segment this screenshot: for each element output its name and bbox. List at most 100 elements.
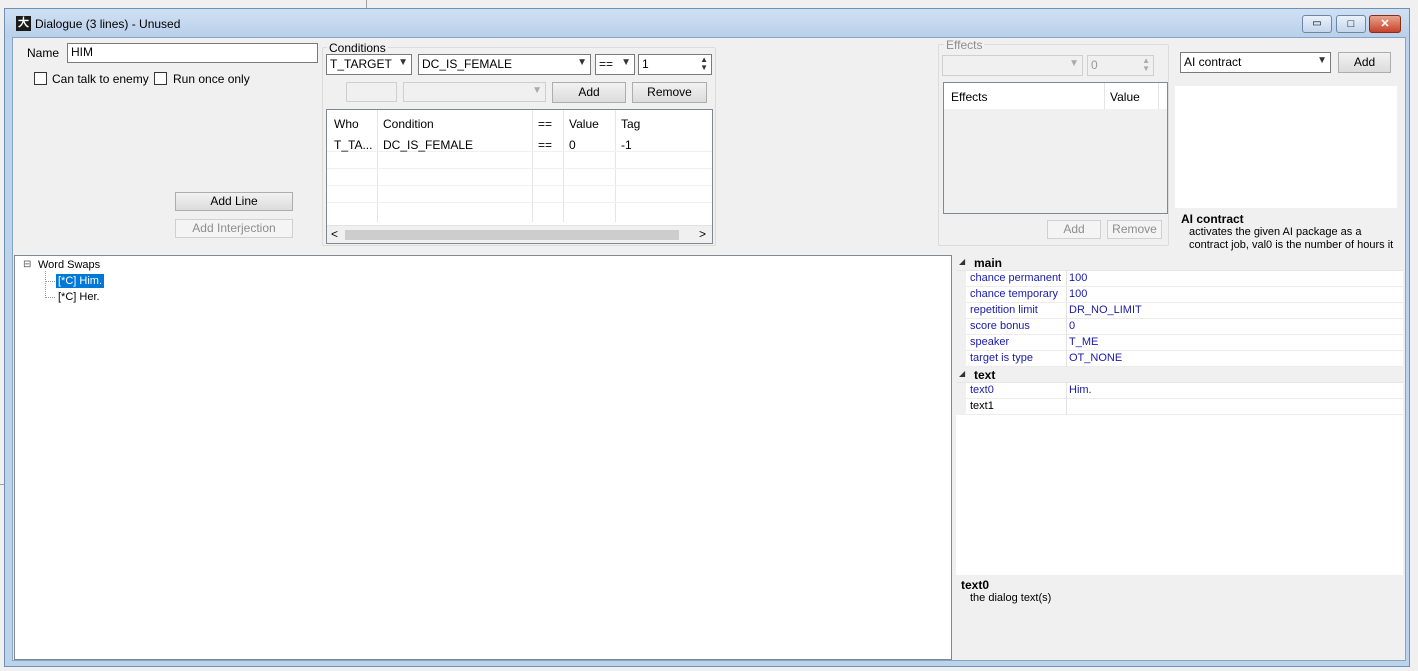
- tree-item-him[interactable]: [*C] Him.: [56, 274, 104, 288]
- effects-value-stepper[interactable]: 0 ▲ ▼: [1087, 55, 1154, 76]
- category-text-label: text: [974, 368, 996, 382]
- property-row-margin: [956, 303, 966, 319]
- table-cell-operator[interactable]: ==: [538, 138, 552, 152]
- add-line-button[interactable]: Add Line: [175, 192, 293, 211]
- collapse-icon[interactable]: ◢: [959, 257, 965, 266]
- add-effect-button[interactable]: Add: [1047, 220, 1101, 239]
- property-name[interactable]: chance permanent: [970, 272, 1061, 284]
- row-divider: [327, 185, 712, 186]
- property-value[interactable]: 100: [1069, 288, 1087, 300]
- property-value[interactable]: DR_NO_LIMIT: [1069, 304, 1142, 316]
- effects-table[interactable]: Effects Value: [943, 82, 1168, 214]
- property-value[interactable]: Him.: [1069, 384, 1092, 396]
- desktop-background: [0, 0, 1418, 8]
- scroll-left-icon[interactable]: <: [331, 227, 338, 241]
- scrollbar-thumb[interactable]: [345, 230, 679, 240]
- effects-dropdown[interactable]: ▼: [942, 55, 1083, 76]
- condition-value-number: 1: [642, 57, 649, 71]
- property-column-divider: [1066, 319, 1067, 335]
- column-header-operator[interactable]: ==: [538, 117, 552, 131]
- row-divider: [327, 202, 712, 203]
- column-divider: [377, 110, 378, 222]
- chevron-down-icon: ▼: [1069, 58, 1079, 69]
- minimize-icon: ▭: [1312, 18, 1322, 29]
- property-value[interactable]: 0: [1069, 320, 1075, 332]
- remove-effect-button[interactable]: Remove: [1107, 220, 1162, 239]
- table-cell-tag[interactable]: -1: [621, 138, 632, 152]
- column-header-effect-value[interactable]: Value: [1110, 90, 1140, 104]
- add-condition-button[interactable]: Add: [552, 82, 626, 103]
- close-button[interactable]: ✕: [1369, 15, 1401, 33]
- property-column-divider: [1066, 271, 1067, 287]
- ai-description-text: contract job, val0 is the number of hour…: [1189, 239, 1394, 251]
- property-value[interactable]: OT_NONE: [1069, 352, 1122, 364]
- table-cell-condition[interactable]: DC_IS_FEMALE: [383, 138, 473, 152]
- property-name[interactable]: text1: [970, 400, 994, 412]
- collapse-icon[interactable]: ◢: [959, 369, 965, 378]
- operator-value: ==: [599, 57, 614, 71]
- table-cell-value[interactable]: 0: [569, 138, 576, 152]
- category-text[interactable]: [956, 367, 1403, 383]
- tree-item-her[interactable]: [*C] Her.: [58, 291, 100, 303]
- property-row-margin: [956, 383, 966, 399]
- column-divider: [1158, 83, 1159, 109]
- property-row[interactable]: [956, 399, 1403, 415]
- property-name[interactable]: chance temporary: [970, 288, 1058, 300]
- column-header-who[interactable]: Who: [334, 117, 359, 131]
- column-header-effects[interactable]: Effects: [951, 90, 987, 104]
- maximize-button[interactable]: □: [1336, 15, 1366, 33]
- condition-value: DC_IS_FEMALE: [422, 57, 513, 71]
- property-column-divider: [1066, 287, 1067, 303]
- property-name[interactable]: score bonus: [970, 320, 1030, 332]
- property-value[interactable]: 100: [1069, 272, 1087, 284]
- property-row[interactable]: [956, 335, 1403, 351]
- property-row-margin: [956, 287, 966, 303]
- chevron-down-icon: ▼: [1317, 55, 1327, 66]
- property-column-divider: [1066, 335, 1067, 351]
- who-dropdown[interactable]: T_TARGET ▼: [326, 54, 412, 75]
- property-row-margin: [956, 351, 966, 367]
- word-swaps-tree[interactable]: [14, 255, 952, 660]
- collapse-icon[interactable]: ⊟: [23, 259, 31, 270]
- property-name[interactable]: repetition limit: [970, 304, 1038, 316]
- column-header-tag[interactable]: Tag: [621, 117, 640, 131]
- chevron-down-icon: ▼: [577, 57, 587, 68]
- horizontal-scrollbar[interactable]: < >: [327, 225, 712, 243]
- chevron-down-icon: ▼: [621, 57, 631, 68]
- category-main[interactable]: [956, 255, 1403, 271]
- add-ai-button[interactable]: Add: [1338, 52, 1391, 73]
- property-value[interactable]: T_ME: [1069, 336, 1098, 348]
- spin-arrows-icon: ▲ ▼: [1142, 56, 1150, 73]
- ai-package-dropdown[interactable]: AI contract ▼: [1180, 52, 1331, 73]
- property-column-divider: [1066, 383, 1067, 399]
- property-name[interactable]: text0: [970, 384, 994, 396]
- condition-extra-field[interactable]: [346, 82, 397, 102]
- property-name[interactable]: speaker: [970, 336, 1009, 348]
- column-header-condition[interactable]: Condition: [383, 117, 434, 131]
- can-talk-to-enemy-checkbox[interactable]: [34, 72, 47, 85]
- name-input[interactable]: HIM: [67, 43, 318, 63]
- property-row[interactable]: [956, 383, 1403, 399]
- operator-dropdown[interactable]: == ▼: [595, 54, 635, 75]
- condition-extra-dropdown[interactable]: ▼: [403, 82, 546, 102]
- condition-value-stepper[interactable]: 1 ▲ ▼: [638, 54, 712, 75]
- condition-dropdown[interactable]: DC_IS_FEMALE ▼: [418, 54, 591, 75]
- table-cell-who[interactable]: T_TA...: [334, 138, 372, 152]
- column-header-value[interactable]: Value: [569, 117, 599, 131]
- background-divider: [366, 0, 367, 8]
- add-interjection-button[interactable]: Add Interjection: [175, 219, 293, 238]
- close-icon: ✕: [1380, 18, 1390, 30]
- ai-list[interactable]: [1175, 86, 1397, 208]
- title-bar[interactable]: [5, 9, 1409, 37]
- remove-condition-button[interactable]: Remove: [632, 82, 707, 103]
- minimize-button[interactable]: ▭: [1302, 15, 1332, 33]
- property-name[interactable]: target is type: [970, 352, 1033, 364]
- tree-connector: [45, 271, 46, 298]
- run-once-only-checkbox[interactable]: [154, 72, 167, 85]
- scroll-right-icon[interactable]: >: [699, 227, 706, 241]
- property-column-divider: [1066, 303, 1067, 319]
- maximize-icon: □: [1347, 18, 1355, 30]
- tree-root-word-swaps[interactable]: Word Swaps: [38, 259, 100, 271]
- app-icon: 大: [16, 16, 31, 31]
- conditions-table[interactable]: Who Condition == Value Tag T_TA... DC_IS…: [326, 109, 713, 244]
